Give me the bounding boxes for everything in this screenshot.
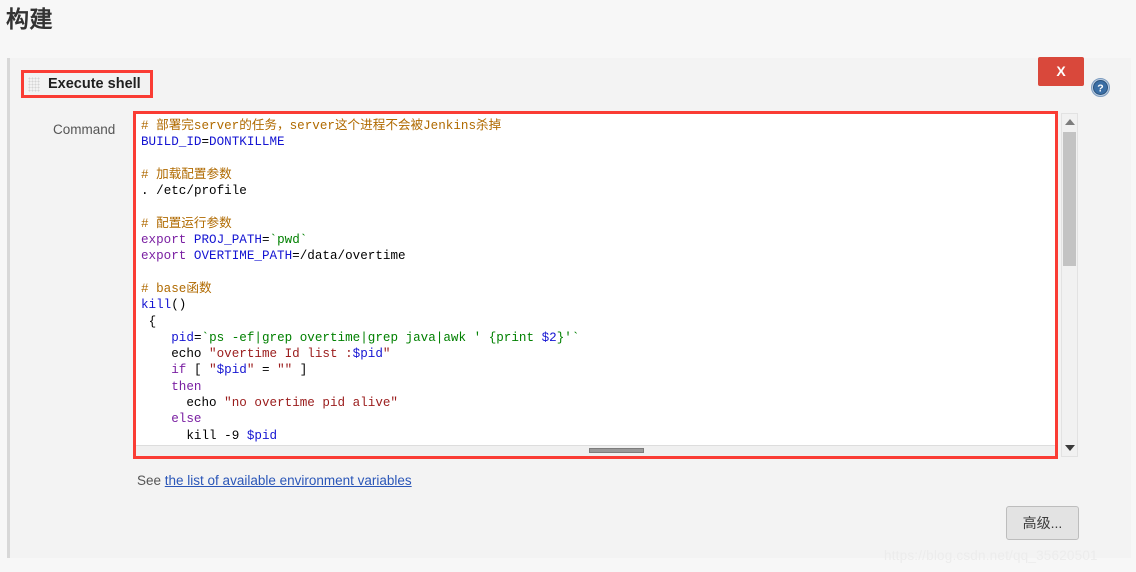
grip-dots-icon[interactable]	[28, 76, 40, 92]
help-circle-icon[interactable]: ?	[1091, 78, 1110, 97]
triangle-up-icon[interactable]	[1062, 114, 1077, 130]
builder-header-execute-shell[interactable]: Execute shell	[21, 70, 153, 98]
svg-text:?: ?	[1097, 83, 1103, 95]
environment-variables-hint: See the list of available environment va…	[137, 473, 412, 488]
command-code-text[interactable]: # 部署完server的任务，server这个进程不会被Jenkins杀掉 BU…	[141, 118, 1055, 456]
command-label: Command	[53, 122, 116, 137]
command-code-area[interactable]: # 部署完server的任务，server这个进程不会被Jenkins杀掉 BU…	[136, 114, 1055, 456]
delete-build-step-button[interactable]: X	[1038, 57, 1084, 86]
advanced-button[interactable]: 高级...	[1006, 506, 1079, 540]
command-editor[interactable]: # 部署完server的任务，server这个进程不会被Jenkins杀掉 BU…	[133, 111, 1058, 459]
editor-horizontal-scroll-thumb[interactable]	[589, 448, 644, 453]
watermark: https://blog.csdn.net/qq_35620501	[884, 548, 1098, 563]
editor-horizontal-scrollbar[interactable]	[136, 445, 1055, 456]
environment-variables-link[interactable]: the list of available environment variab…	[165, 473, 412, 488]
triangle-up-glyph	[1064, 119, 1075, 125]
editor-vertical-scroll-thumb[interactable]	[1063, 132, 1076, 266]
builder-title: Execute shell	[48, 76, 141, 92]
see-prefix-text: See	[137, 473, 165, 488]
triangle-down-icon[interactable]	[1062, 440, 1077, 456]
editor-vertical-scrollbar[interactable]	[1061, 113, 1078, 457]
page-title: 构建	[6, 6, 53, 32]
triangle-down-glyph	[1064, 445, 1075, 451]
